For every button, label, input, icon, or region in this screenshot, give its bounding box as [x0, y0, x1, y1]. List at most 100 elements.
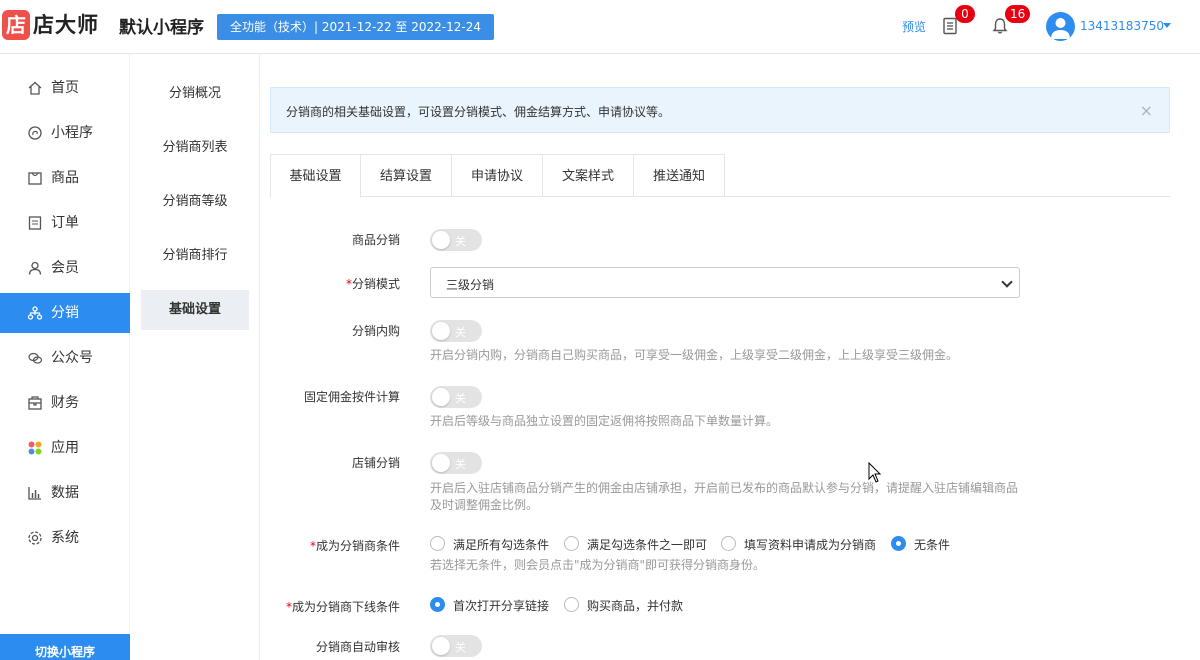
- inner-buy-help: 开启分销内购，分销商自己购买商品，可享受一级佣金，上级享受二级佣金，上上级享受三…: [430, 348, 959, 362]
- finance-icon: [28, 396, 42, 410]
- distribution-mode-label-text: 分销模式: [351, 277, 400, 291]
- subnav-item-overview[interactable]: 分销概况: [141, 74, 249, 114]
- subnav-item-basic-settings[interactable]: 基础设置: [141, 290, 249, 330]
- shop-distribution-help-line1: 开启后入驻店铺商品分销产生的佣金由店铺承担，开启前已发布的商品默认参与分销，请提…: [430, 481, 1019, 495]
- fixed-commission-label: 固定佣金按件计算: [303, 390, 400, 404]
- nav-label: 数据: [51, 485, 79, 501]
- become-condition-label-text: 成为分销商条件: [315, 539, 400, 553]
- subnav-item-distributor-list[interactable]: 分销商列表: [141, 128, 249, 168]
- auto-review-toggle[interactable]: 关: [430, 635, 482, 657]
- tab-copy-style[interactable]: 文案样式: [543, 154, 634, 197]
- preview-link[interactable]: 预览: [902, 18, 926, 35]
- wechat-icon: [28, 352, 43, 364]
- orders-button[interactable]: 0: [938, 5, 975, 38]
- goods-distribution-toggle[interactable]: 关: [430, 229, 482, 251]
- tab-push-notification[interactable]: 推送通知: [634, 154, 725, 197]
- distribution-mode-select[interactable]: 三级分销: [430, 267, 1020, 298]
- avatar[interactable]: [1046, 12, 1075, 41]
- orders-badge: 0: [955, 5, 975, 23]
- become-condition-any-radio[interactable]: 满足勾选条件之一即可: [564, 535, 714, 553]
- nav-item-system[interactable]: 系统: [0, 518, 130, 558]
- switch-miniapp-button[interactable]: 切换小程序: [0, 634, 130, 660]
- radio-circle: [891, 536, 906, 551]
- nav-item-wechat[interactable]: 公众号: [0, 338, 130, 378]
- toggle-knob: [432, 388, 450, 406]
- chevron-down-icon: [1001, 276, 1013, 288]
- shop-distribution-toggle[interactable]: 关: [430, 452, 482, 474]
- notifications-button[interactable]: 16: [988, 5, 1031, 38]
- toggle-state: 关: [455, 641, 466, 654]
- nav-label: 系统: [51, 530, 79, 546]
- system-icon: [28, 531, 42, 545]
- nav-item-orders[interactable]: 订单: [0, 203, 130, 243]
- apps-icon: [28, 441, 42, 455]
- auto-review-label: 分销商自动审核: [315, 640, 400, 654]
- close-icon[interactable]: ×: [1140, 101, 1153, 120]
- nav-item-goods[interactable]: 商品: [0, 158, 130, 198]
- fixed-commission-help: 开启后等级与商品独立设置的固定返佣将按照商品下单数量计算。: [430, 414, 779, 428]
- subnav-item-distributor-levels[interactable]: 分销商等级: [141, 182, 249, 222]
- toggle-state: 关: [455, 458, 466, 471]
- downline-condition-label: *成为分销商下线条件: [286, 598, 400, 615]
- nav-label: 商品: [51, 170, 79, 186]
- nav-label: 首页: [51, 80, 79, 96]
- become-condition-none-radio[interactable]: 无条件: [891, 535, 961, 553]
- inner-buy-toggle[interactable]: 关: [430, 320, 482, 342]
- distribution-mode-label: *分销模式: [346, 275, 400, 292]
- brand-name: 店大师: [33, 13, 99, 37]
- notifications-badge: 16: [1005, 5, 1031, 23]
- top-header: 店 店大师 默认小程序 全功能（技术）| 2021-12-22 至 2022-1…: [0, 0, 1200, 54]
- miniapp-icon: [28, 126, 42, 140]
- nav-item-apps[interactable]: 应用: [0, 428, 130, 468]
- toggle-state: 关: [455, 392, 466, 405]
- toggle-knob: [432, 637, 450, 655]
- downline-purchase-radio[interactable]: 购买商品，并付款: [564, 596, 694, 614]
- radio-circle: [430, 597, 445, 612]
- radio-label: 无条件: [914, 538, 951, 552]
- radio-circle: [430, 536, 445, 551]
- nav-item-data[interactable]: 数据: [0, 473, 130, 513]
- chevron-down-icon[interactable]: [1163, 23, 1171, 28]
- toggle-state: 关: [455, 235, 466, 248]
- radio-label: 首次打开分享链接: [453, 599, 550, 613]
- logo-icon: 店: [2, 10, 30, 40]
- order-icon: [28, 216, 42, 230]
- goods-icon: [28, 172, 42, 185]
- nav-item-members[interactable]: 会员: [0, 248, 130, 288]
- account-phone[interactable]: 13413183750: [1080, 19, 1164, 33]
- plan-badge[interactable]: 全功能（技术）| 2021-12-22 至 2022-12-24: [217, 14, 494, 40]
- inner-buy-label: 分销内购: [351, 324, 400, 338]
- subnav-item-distributor-ranking[interactable]: 分销商排行: [141, 236, 249, 276]
- tab-settlement-settings[interactable]: 结算设置: [361, 154, 452, 197]
- become-condition-all-radio[interactable]: 满足所有勾选条件: [430, 535, 560, 553]
- sub-sidebar: 分销概况 分销商列表 分销商等级 分销商排行 基础设置: [130, 54, 260, 660]
- radio-label: 满足所有勾选条件: [453, 538, 550, 552]
- radio-label: 购买商品，并付款: [587, 599, 684, 613]
- tab-basic-settings[interactable]: 基础设置: [270, 154, 361, 198]
- settings-tabs: 基础设置 结算设置 申请协议 文案样式 推送通知: [270, 154, 1170, 198]
- nav-label: 财务: [51, 395, 79, 411]
- nav-item-distribution[interactable]: 分销: [0, 293, 130, 333]
- nav-label: 公众号: [51, 350, 93, 366]
- main-sidebar: 首页 小程序 商品 订单 会员 分销 公众号 财务 应用 数据 系统 切换小程序: [0, 54, 130, 660]
- fixed-commission-toggle[interactable]: 关: [430, 386, 482, 408]
- data-icon: [28, 487, 41, 500]
- nav-item-finance[interactable]: 财务: [0, 383, 130, 423]
- distribution-mode-value: 三级分销: [446, 278, 495, 292]
- nav-label: 会员: [51, 260, 79, 276]
- become-condition-help: 若选择无条件，则会员点击"成为分销商"即可获得分销商身份。: [430, 558, 766, 572]
- radio-circle: [564, 597, 579, 612]
- radio-circle: [721, 536, 736, 551]
- tab-application-agreement[interactable]: 申请协议: [452, 154, 543, 197]
- goods-distribution-label: 商品分销: [351, 233, 400, 247]
- mouse-cursor-icon: [868, 462, 882, 483]
- downline-condition-label-text: 成为分销商下线条件: [291, 600, 400, 614]
- downline-first-open-radio[interactable]: 首次打开分享链接: [430, 596, 560, 614]
- toggle-knob: [432, 231, 450, 249]
- become-condition-apply-radio[interactable]: 填写资料申请成为分销商: [721, 535, 886, 553]
- radio-label: 满足勾选条件之一即可: [587, 538, 708, 552]
- nav-item-home[interactable]: 首页: [0, 68, 130, 108]
- nav-item-miniapp[interactable]: 小程序: [0, 113, 130, 153]
- member-icon: [28, 261, 42, 275]
- info-alert-text: 分销商的相关基础设置，可设置分销模式、佣金结算方式、申请协议等。: [286, 105, 671, 119]
